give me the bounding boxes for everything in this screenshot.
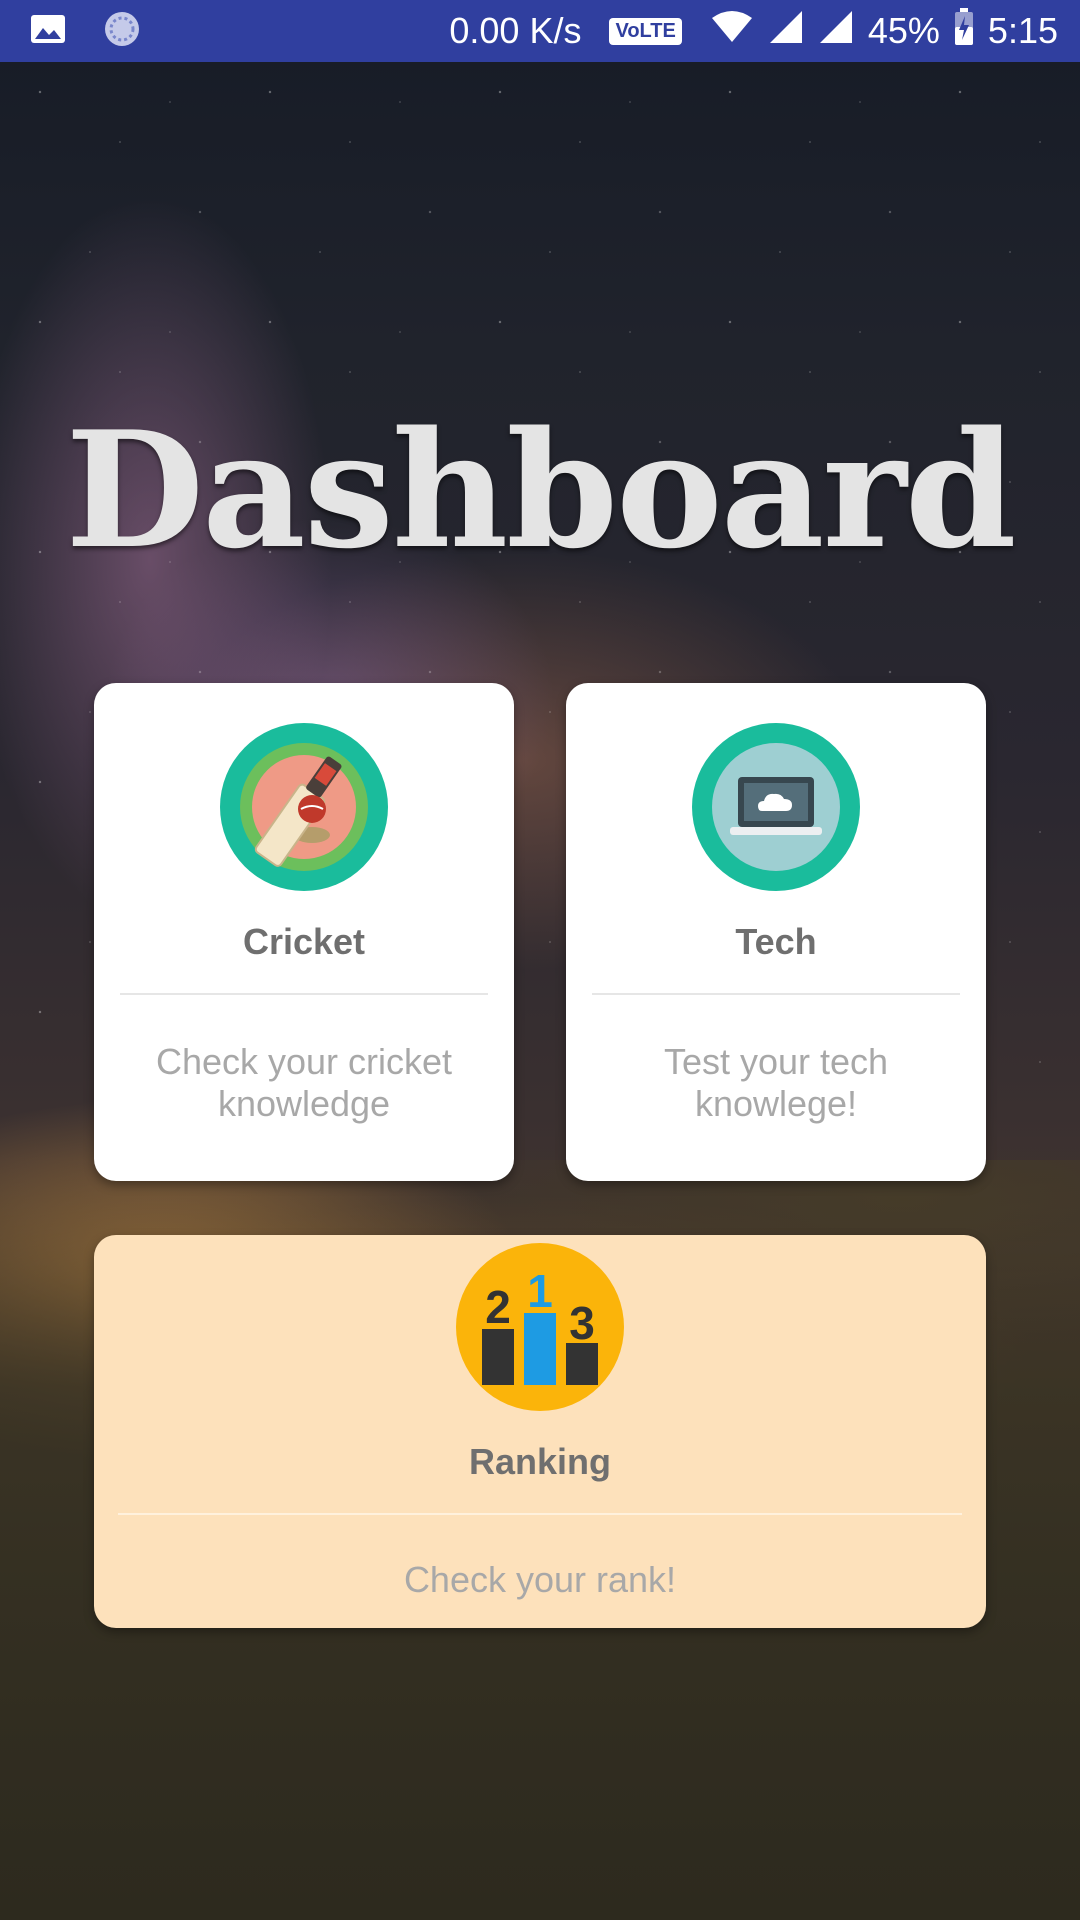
sync-notification-icon	[102, 9, 142, 54]
clock: 5:15	[987, 10, 1058, 51]
ranking-divider	[118, 1513, 962, 1515]
tech-card[interactable]: Tech Test your tech knowlege!	[566, 683, 986, 1181]
battery-percent: 45%	[867, 10, 940, 51]
ranking-title: Ranking	[468, 1441, 611, 1482]
podium-first-label: 1	[527, 1265, 553, 1317]
image-notification-icon	[30, 14, 66, 49]
ranking-card[interactable]: 2 1 3 Ranking Check your rank!	[94, 1235, 986, 1628]
signal-icon	[768, 9, 804, 54]
laptop-cloud-icon	[692, 723, 860, 891]
ranking-description: Check your rank!	[403, 1559, 677, 1600]
volte-badge: VoLTE	[609, 17, 682, 45]
page-title: Dashboard	[65, 396, 1016, 584]
podium-icon: 2 1 3	[456, 1243, 624, 1411]
podium-third-label: 3	[569, 1297, 595, 1349]
network-speed: 0.00 K/s	[449, 10, 582, 51]
tech-divider	[592, 993, 960, 995]
tech-description: Test your tech knowlege!	[663, 1041, 889, 1124]
battery-icon	[954, 7, 974, 55]
wifi-icon	[710, 10, 754, 53]
podium-second-label: 2	[485, 1281, 511, 1333]
cricket-title: Cricket	[242, 921, 366, 962]
tech-title: Tech	[735, 921, 817, 962]
cricket-bat-icon	[220, 723, 388, 891]
signal-icon-2	[818, 9, 854, 54]
cricket-description: Check your cricket knowledge	[155, 1041, 453, 1124]
cricket-card[interactable]: Cricket Check your cricket knowledge	[94, 683, 514, 1181]
status-bar: 0.00 K/s VoLTE 45% 5:15	[0, 0, 1080, 62]
cricket-divider	[120, 993, 488, 995]
